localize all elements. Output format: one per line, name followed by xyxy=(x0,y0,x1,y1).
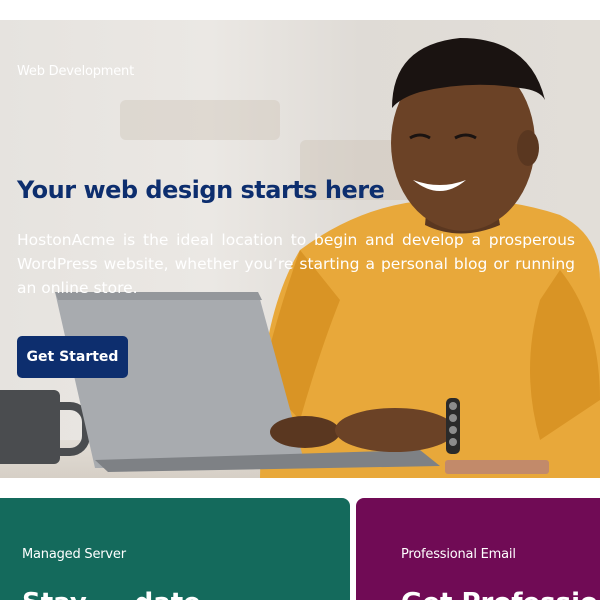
hero-section: Web Development Your web design starts h… xyxy=(0,20,600,478)
professional-email-card: Professional Email Get Professional I xyxy=(356,498,600,600)
card-title: Stay ... date xyxy=(22,588,201,600)
get-started-button[interactable]: Get Started xyxy=(17,336,128,378)
hero-eyebrow: Web Development xyxy=(17,64,134,79)
hero-title: Your web design starts here xyxy=(17,176,385,204)
managed-server-card: Managed Server Stay ... date xyxy=(0,498,350,600)
top-spacer xyxy=(0,0,600,20)
card-eyebrow: Professional Email xyxy=(401,547,516,562)
hero-description: HostonAcme is the ideal location to begi… xyxy=(17,231,575,297)
card-title: Get Professional I xyxy=(401,588,600,600)
card-eyebrow: Managed Server xyxy=(22,547,126,562)
